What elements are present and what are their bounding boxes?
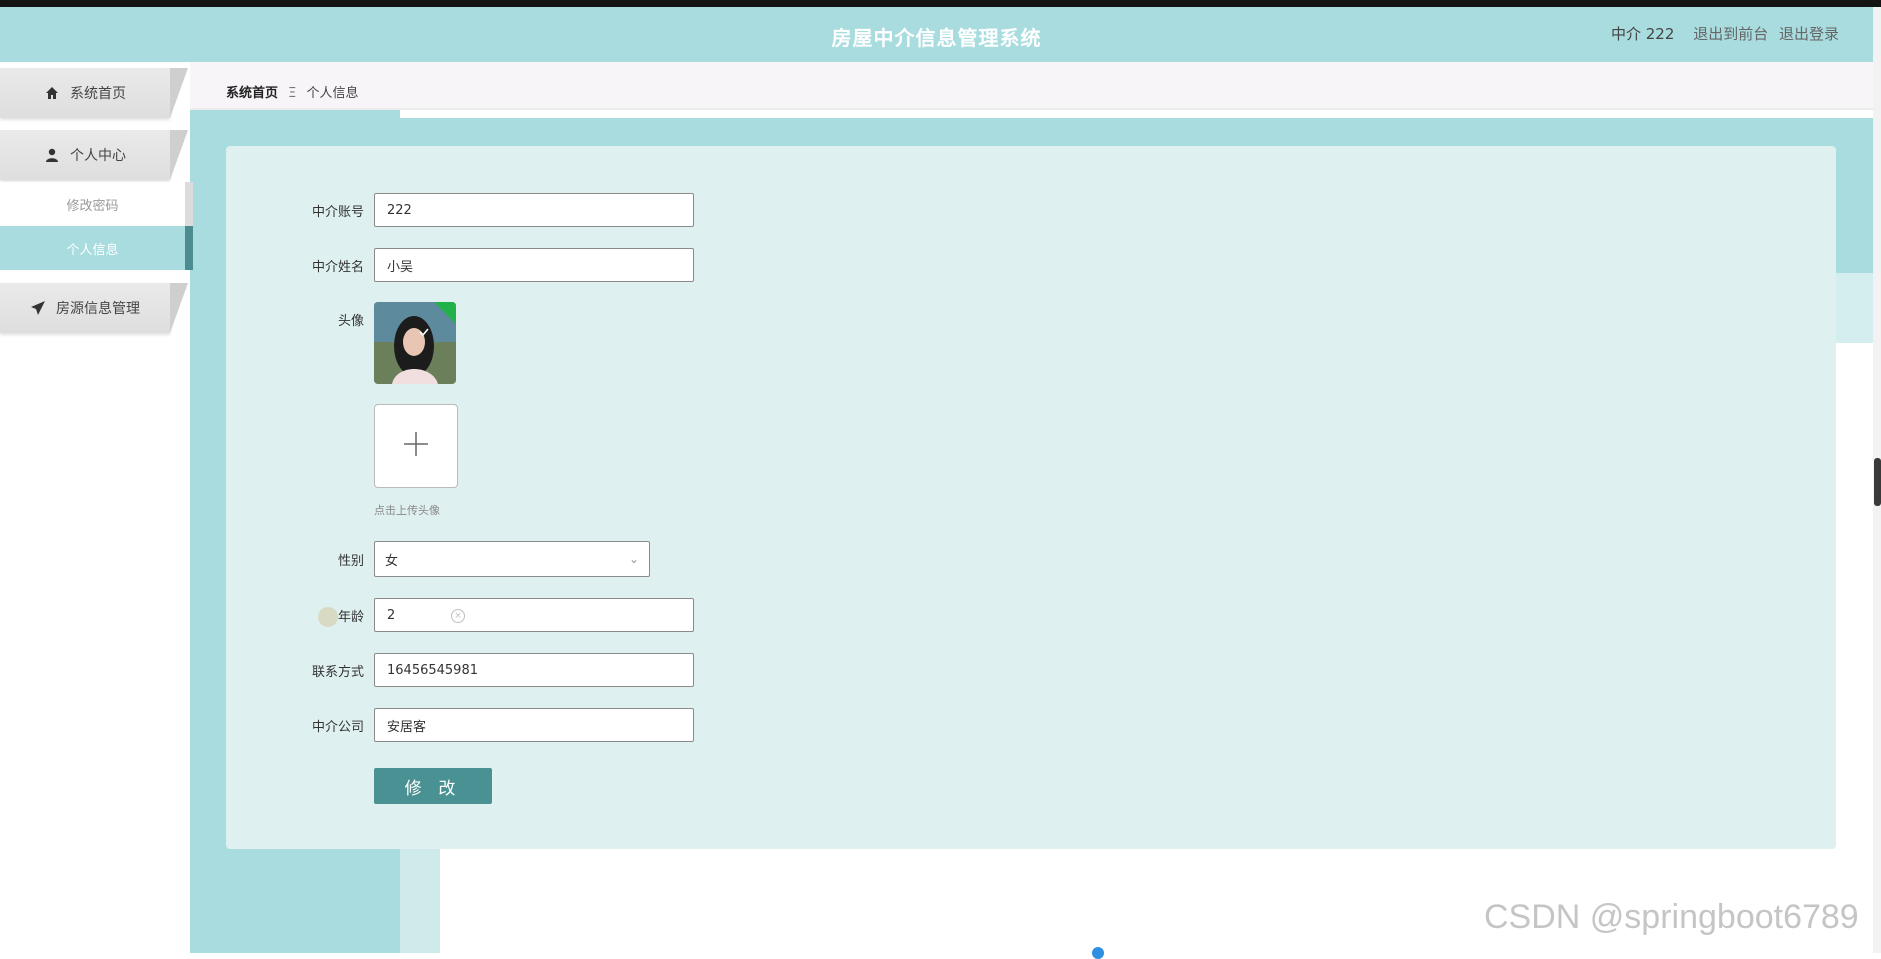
- breadcrumb-separator: Ξ: [288, 86, 297, 101]
- user-icon: [44, 147, 60, 163]
- form-row-age: 年龄 2 ×: [226, 597, 694, 633]
- decor-band-right: [1836, 273, 1873, 343]
- form-row-company: 中介公司 安居客: [226, 707, 694, 743]
- watermark: CSDN @springboot6789: [1484, 898, 1859, 936]
- current-user-label: 中介 222: [1611, 25, 1675, 43]
- phone-input[interactable]: 16456545981: [374, 653, 694, 687]
- gender-selected-value: 女: [385, 553, 399, 569]
- blue-indicator-dot: [1092, 947, 1104, 959]
- home-icon: [44, 85, 60, 101]
- clear-icon[interactable]: ×: [451, 609, 465, 623]
- plus-icon: [403, 431, 429, 461]
- avatar-upload-hint: 点击上传头像: [374, 504, 440, 517]
- name-label: 中介姓名: [311, 259, 364, 275]
- company-label: 中介公司: [311, 719, 364, 735]
- account-label: 中介账号: [311, 204, 364, 220]
- avatar-upload-button[interactable]: [374, 404, 458, 488]
- sidebar-item-home[interactable]: 系统首页: [0, 68, 188, 118]
- app-title: 房屋中介信息管理系统: [831, 26, 1042, 50]
- account-input[interactable]: 222: [374, 193, 694, 227]
- logout-link[interactable]: 退出登录: [1779, 25, 1839, 43]
- window-top-strip: [0, 0, 1881, 7]
- form-row-gender: 性别 女 ⌄: [226, 541, 650, 577]
- age-label: 年龄: [337, 609, 364, 625]
- sidebar-item-label: 房源信息管理: [56, 301, 140, 317]
- age-input-value: 2: [387, 607, 396, 623]
- breadcrumb-current: 个人信息: [306, 86, 359, 101]
- form-row-name: 中介姓名 小吴: [226, 247, 694, 283]
- gender-select[interactable]: 女 ⌄: [374, 541, 650, 577]
- avatar-thumbnail[interactable]: [374, 302, 456, 384]
- form-row-account: 中介账号 222: [226, 192, 694, 228]
- sidebar-subitem-personal-info[interactable]: 个人信息: [0, 226, 193, 270]
- sidebar-item-listing-management[interactable]: 房源信息管理: [0, 283, 188, 333]
- mouse-cursor-highlight: [318, 607, 338, 627]
- paper-plane-icon: [30, 300, 46, 316]
- header-user-area: 中介 222 退出到前台 退出登录: [1611, 23, 1839, 44]
- company-input[interactable]: 安居客: [374, 708, 694, 742]
- breadcrumb-bar: 系统首页 Ξ 个人信息: [190, 62, 1873, 110]
- sidebar-item-personal-center[interactable]: 个人中心: [0, 130, 188, 180]
- sidebar-item-label: 系统首页: [70, 86, 126, 102]
- exit-to-frontend-link[interactable]: 退出到前台: [1693, 25, 1768, 43]
- gender-label: 性别: [337, 553, 364, 569]
- form-row-phone: 联系方式 16456545981: [226, 652, 694, 688]
- name-input[interactable]: 小吴: [374, 248, 694, 282]
- sidebar-subitem-change-password[interactable]: 修改密码: [0, 182, 193, 226]
- decor-strip-inner: [400, 845, 440, 953]
- sidebar: 系统首页 个人中心 修改密码 个人信息 房源信息管理: [0, 62, 193, 953]
- submit-button[interactable]: 修 改: [374, 768, 492, 804]
- personal-info-form: 中介账号 222 中介姓名 小吴 头像 点击上传头像 性别 女 ⌄ 年龄 2 ×…: [226, 146, 1836, 849]
- age-input[interactable]: 2 ×: [374, 598, 694, 632]
- page-scrollbar-thumb[interactable]: [1874, 458, 1881, 506]
- chevron-down-icon: ⌄: [628, 552, 639, 566]
- breadcrumb-home[interactable]: 系统首页: [226, 86, 278, 101]
- phone-label: 联系方式: [311, 664, 364, 680]
- avatar-label: 头像: [337, 314, 364, 329]
- sidebar-item-label: 个人中心: [70, 148, 126, 164]
- app-header: 房屋中介信息管理系统 中介 222 退出到前台 退出登录: [0, 7, 1873, 62]
- breadcrumb: 系统首页 Ξ 个人信息: [226, 82, 359, 101]
